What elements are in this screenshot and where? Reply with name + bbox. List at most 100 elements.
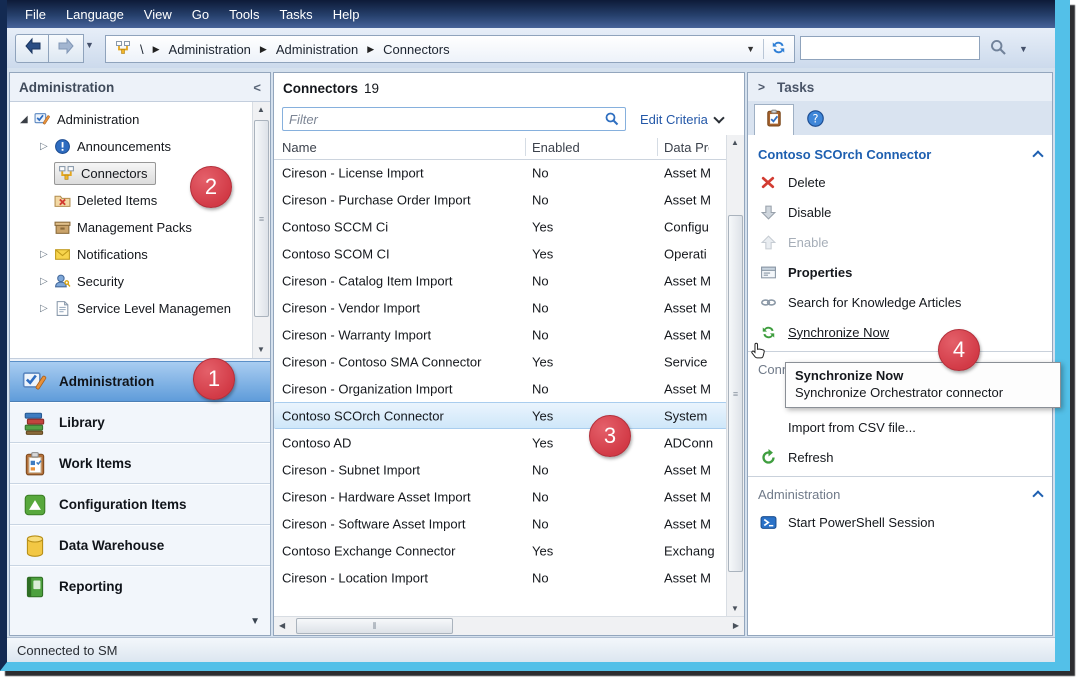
table-row[interactable]: Cireson - Hardware Asset ImportNoAsset M (274, 483, 727, 510)
nav-library[interactable]: Library (10, 402, 270, 443)
table-row[interactable]: Cireson - License ImportNoAsset M (274, 159, 727, 186)
scroll-down-icon[interactable]: ▼ (257, 346, 265, 354)
cell-name: Contoso Exchange Connector (282, 543, 455, 558)
column-header-data-provider[interactable]: Data Pro (664, 135, 709, 159)
scroll-down-icon[interactable]: ▼ (731, 605, 739, 613)
scroll-up-icon[interactable]: ▲ (257, 106, 265, 114)
menu-go[interactable]: Go (182, 3, 219, 26)
task-import-csv[interactable]: Import from CSV file... (758, 412, 1042, 442)
chevron-up-icon[interactable] (1032, 490, 1043, 501)
task-refresh[interactable]: Refresh (758, 442, 1042, 472)
list-title: Connectors 19 (274, 73, 744, 103)
breadcrumb-dropdown-icon[interactable]: ▼ (746, 44, 755, 54)
edit-criteria-link[interactable]: Edit Criteria (640, 112, 723, 127)
expander-icon[interactable]: ◢ (20, 114, 34, 125)
section-divider (748, 351, 1052, 352)
filter-search-icon[interactable] (604, 111, 620, 132)
table-row[interactable]: Contoso SCOM CIYesOperati (274, 240, 727, 267)
task-label: Refresh (788, 450, 834, 465)
collapse-pane-icon[interactable]: < (253, 80, 261, 95)
scroll-left-icon[interactable]: ◀ (279, 622, 285, 630)
table-row[interactable]: Cireson - Location ImportNoAsset M (274, 564, 727, 591)
column-header-name[interactable]: Name (282, 135, 317, 159)
expand-pane-icon[interactable]: > (758, 80, 765, 94)
scroll-right-icon[interactable]: ▶ (733, 622, 739, 630)
chevron-up-icon[interactable] (1032, 150, 1043, 161)
breadcrumb-administration-2[interactable]: Administration (276, 42, 358, 57)
table-row[interactable]: Contoso SCCM CiYesConfigu (274, 213, 727, 240)
task-properties[interactable]: Properties (758, 257, 1042, 287)
tree-item-management-packs[interactable]: Management Packs (10, 214, 270, 241)
table-row[interactable]: Cireson - Subnet ImportNoAsset M (274, 456, 727, 483)
back-button[interactable] (15, 34, 51, 63)
menu-file[interactable]: File (15, 3, 56, 26)
breadcrumb-administration[interactable]: Administration (169, 42, 251, 57)
history-dropdown-icon[interactable]: ▼ (85, 40, 94, 50)
task-start-powershell[interactable]: Start PowerShell Session (758, 507, 1042, 537)
breadcrumb-connectors[interactable]: Connectors (383, 42, 449, 57)
list-horizontal-scrollbar[interactable]: ◀ ⦀ ▶ (274, 616, 744, 635)
expander-icon[interactable]: ▷ (40, 141, 54, 152)
tree-item-announcements[interactable]: ▷ Announcements (10, 133, 270, 160)
expander-icon[interactable]: ▷ (40, 276, 54, 287)
tree-scrollbar[interactable]: ▲ ≡ ▼ (252, 102, 270, 358)
task-section-administration[interactable]: Administration (758, 481, 1042, 507)
task-label: Properties (788, 265, 852, 280)
expander-icon[interactable]: ▷ (40, 249, 54, 260)
expander-icon[interactable]: ▷ (40, 303, 54, 314)
menu-tools[interactable]: Tools (219, 3, 269, 26)
table-row[interactable]: Cireson - Warranty ImportNoAsset M (274, 321, 727, 348)
column-divider[interactable] (657, 138, 658, 156)
tab-tasks[interactable] (754, 104, 794, 136)
task-disable[interactable]: Disable (758, 197, 1042, 227)
scrollbar-thumb[interactable]: ⦀ (296, 618, 453, 634)
tree-item-security[interactable]: ▷ Security (10, 268, 270, 295)
task-search-knowledge-articles[interactable]: Search for Knowledge Articles (758, 287, 1042, 317)
menu-help[interactable]: Help (323, 3, 370, 26)
task-synchronize-now[interactable]: Synchronize Now (758, 317, 1042, 347)
cell-name: Cireson - Contoso SMA Connector (282, 354, 481, 369)
filter-input[interactable] (283, 108, 625, 130)
tree-item-service-level-management[interactable]: ▷ Service Level Managemen (10, 295, 270, 322)
cell-provider: Configu (664, 219, 725, 234)
scroll-up-icon[interactable]: ▲ (731, 139, 739, 147)
table-row[interactable]: Contoso Exchange ConnectorYesExchang (274, 537, 727, 564)
table-row[interactable]: Contoso ADYesADConn (274, 429, 727, 456)
nav-work-items[interactable]: Work Items (10, 443, 270, 484)
menu-language[interactable]: Language (56, 3, 134, 26)
forward-button[interactable] (48, 34, 84, 63)
cell-provider: Service (664, 354, 725, 369)
search-icon[interactable] (989, 38, 1008, 62)
table-row[interactable]: Cireson - Organization ImportNoAsset M (274, 375, 727, 402)
nav-configuration-items[interactable]: Configuration Items (10, 484, 270, 525)
breadcrumb-root[interactable]: \ (140, 42, 144, 57)
nav-label: Administration (59, 374, 154, 389)
menu-view[interactable]: View (134, 3, 182, 26)
refresh-view-icon[interactable] (770, 39, 787, 59)
table-row[interactable]: Cireson - Vendor ImportNoAsset M (274, 294, 727, 321)
tab-help[interactable]: ? (806, 109, 825, 133)
menu-bar: File Language View Go Tools Tasks Help (7, 0, 1055, 28)
scrollbar-thumb[interactable]: ≡ (728, 215, 743, 572)
table-row[interactable]: Cireson - Contoso SMA ConnectorYesServic… (274, 348, 727, 375)
table-row[interactable]: Cireson - Catalog Item ImportNoAsset M (274, 267, 727, 294)
nav-data-warehouse[interactable]: Data Warehouse (10, 525, 270, 566)
tree-item-notifications[interactable]: ▷ Notifications (10, 241, 270, 268)
tree-item-administration[interactable]: ◢ Administration (10, 106, 270, 133)
list-vertical-scrollbar[interactable]: ▲ ≡ ▼ (726, 135, 744, 617)
configure-buttons-icon[interactable]: ▼ (250, 616, 260, 627)
cell-name: Cireson - Hardware Asset Import (282, 489, 471, 504)
column-header-enabled[interactable]: Enabled (532, 135, 580, 159)
tree-item-label: Administration (57, 112, 139, 127)
table-row[interactable]: Cireson - Software Asset ImportNoAsset M (274, 510, 727, 537)
tree-item-label: Management Packs (77, 220, 192, 235)
column-divider[interactable] (525, 138, 526, 156)
scrollbar-thumb[interactable]: ≡ (254, 120, 269, 317)
search-input[interactable] (800, 36, 980, 60)
search-dropdown-icon[interactable]: ▼ (1019, 44, 1028, 54)
table-row[interactable]: Cireson - Purchase Order ImportNoAsset M (274, 186, 727, 213)
task-delete[interactable]: Delete (758, 167, 1042, 197)
menu-tasks[interactable]: Tasks (269, 3, 322, 26)
table-row-selected[interactable]: Contoso SCOrch ConnectorYesSystem (274, 402, 727, 429)
task-section-connector[interactable]: Contoso SCOrch Connector (758, 141, 1042, 167)
